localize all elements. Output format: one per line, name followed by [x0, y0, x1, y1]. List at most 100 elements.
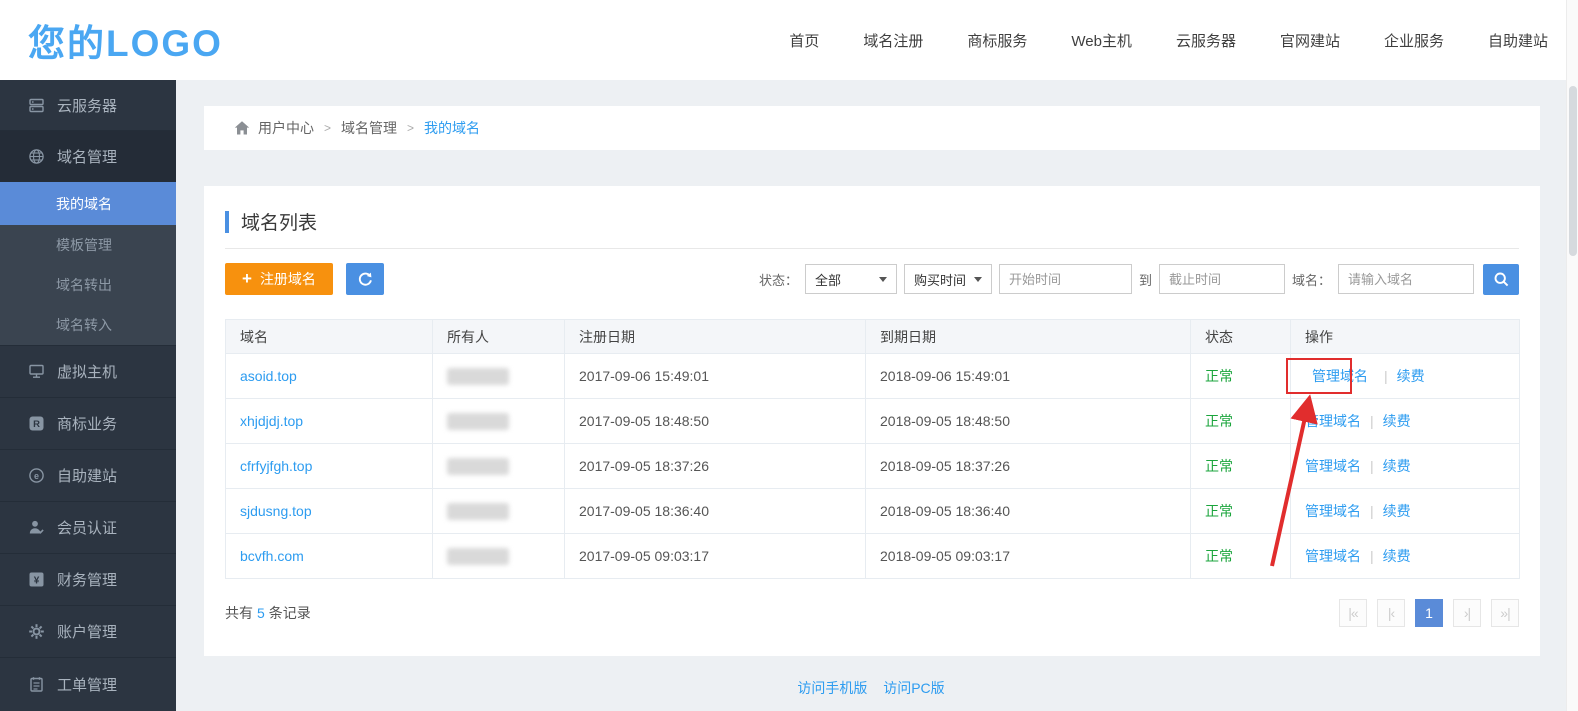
nav-item-home[interactable]: 首页 [789, 30, 819, 51]
breadcrumb-domain-management[interactable]: 域名管理 [341, 118, 397, 138]
domain-filter-label: 域名： [1292, 270, 1331, 289]
sidebar-item-domain-management[interactable]: 域名管理 [0, 131, 176, 182]
table-row: xhjdjdj.top 2017-09-05 18:48:50 2018-09-… [226, 399, 1520, 444]
globe-icon [28, 148, 45, 165]
register-domain-button[interactable]: + 注册域名 [225, 263, 333, 295]
status-select[interactable]: 全部 [805, 264, 897, 294]
column-header-domain: 域名 [226, 320, 433, 354]
main-content: 用户中心 > 域名管理 > 我的域名 域名列表 + 注册域名 状态： [176, 80, 1566, 711]
pc-version-link[interactable]: 访问PC版 [883, 680, 944, 696]
trademark-icon: R [28, 415, 45, 432]
column-header-owner: 所有人 [433, 320, 565, 354]
registration-date: 2017-09-05 18:36:40 [565, 489, 866, 534]
pagination-next-button[interactable]: ›| [1453, 599, 1481, 627]
pagination: |« |‹ 1 ›| »| [1339, 599, 1519, 627]
sidebar-item-member-verification[interactable]: 会员认证 [0, 502, 176, 554]
status-badge: 正常 [1205, 458, 1233, 474]
sidebar-subitem-domain-transfer-in[interactable]: 域名转入 [0, 305, 176, 345]
sidebar-subitem-template-management[interactable]: 模板管理 [0, 225, 176, 265]
expiry-date: 2018-09-05 09:03:17 [866, 534, 1191, 579]
sidebar-item-virtual-host[interactable]: 虚拟主机 [0, 346, 176, 398]
title-accent-bar [225, 211, 229, 233]
domain-link[interactable]: cfrfyjfgh.top [240, 458, 312, 474]
pagination-first-button[interactable]: |« [1339, 599, 1367, 627]
site-builder-icon: e [28, 467, 45, 484]
svg-text:¥: ¥ [34, 575, 40, 586]
owner-redacted [447, 458, 509, 475]
title-divider [225, 248, 1519, 249]
nav-item-enterprise-services[interactable]: 企业服务 [1384, 30, 1444, 51]
renew-link[interactable]: 续费 [1383, 503, 1411, 519]
breadcrumb-separator: > [407, 121, 414, 135]
sidebar-subitem-my-domains[interactable]: 我的域名 [0, 182, 176, 225]
manage-domain-link[interactable]: 管理域名 [1305, 413, 1361, 429]
expiry-date: 2018-09-05 18:37:26 [866, 444, 1191, 489]
scrollbar-track[interactable] [1566, 0, 1578, 711]
sidebar-item-self-service-site[interactable]: e 自助建站 [0, 450, 176, 502]
pagination-last-button[interactable]: »| [1491, 599, 1519, 627]
manage-domain-link[interactable]: 管理域名 [1305, 548, 1361, 564]
column-header-registration-date: 注册日期 [565, 320, 866, 354]
sidebar-item-finance-management[interactable]: ¥ 财务管理 [0, 554, 176, 606]
member-check-icon [28, 519, 45, 536]
column-header-status: 状态 [1191, 320, 1291, 354]
domain-search-input[interactable] [1338, 264, 1474, 294]
pagination-prev-button[interactable]: |‹ [1377, 599, 1405, 627]
sidebar-subitem-domain-transfer-out[interactable]: 域名转出 [0, 265, 176, 305]
refresh-icon [357, 271, 373, 287]
search-button[interactable] [1483, 264, 1519, 295]
page-footer: 访问手机版 访问PC版 [176, 678, 1566, 698]
renew-link[interactable]: 续费 [1397, 368, 1425, 384]
nav-item-website-building[interactable]: 官网建站 [1280, 30, 1340, 51]
nav-item-domain-register[interactable]: 域名注册 [863, 30, 923, 51]
domain-link[interactable]: sjdusng.top [240, 503, 312, 519]
expiry-date: 2018-09-06 15:49:01 [866, 354, 1191, 399]
sidebar-item-label: 商标业务 [57, 413, 117, 434]
domain-list-panel: 域名列表 + 注册域名 状态： 全部 购买时间 [204, 186, 1540, 656]
breadcrumb: 用户中心 > 域名管理 > 我的域名 [204, 106, 1540, 150]
registration-date: 2017-09-05 18:48:50 [565, 399, 866, 444]
nav-item-cloud-server[interactable]: 云服务器 [1176, 30, 1236, 51]
svg-text:R: R [33, 419, 40, 430]
renew-link[interactable]: 续费 [1383, 413, 1411, 429]
chevron-down-icon [879, 277, 887, 286]
filter-bar: 状态： 全部 购买时间 到 域名： [759, 264, 1519, 295]
sidebar-item-label: 域名管理 [57, 146, 117, 167]
owner-redacted [447, 413, 509, 430]
nav-item-self-service-site[interactable]: 自助建站 [1488, 30, 1548, 51]
renew-link[interactable]: 续费 [1383, 458, 1411, 474]
breadcrumb-user-center[interactable]: 用户中心 [258, 118, 314, 138]
manage-domain-link[interactable]: 管理域名 [1305, 458, 1361, 474]
sidebar-item-label: 账户管理 [57, 621, 117, 642]
domain-link[interactable]: bcvfh.com [240, 548, 304, 564]
refresh-button[interactable] [346, 263, 384, 295]
mobile-version-link[interactable]: 访问手机版 [797, 680, 867, 696]
start-date-input[interactable] [999, 264, 1132, 294]
pagination-page-1[interactable]: 1 [1415, 599, 1443, 627]
time-type-select[interactable]: 购买时间 [904, 264, 992, 294]
sidebar-item-cloud-server[interactable]: 云服务器 [0, 80, 176, 131]
status-badge: 正常 [1205, 503, 1233, 519]
nav-item-trademark-services[interactable]: 商标服务 [967, 30, 1027, 51]
breadcrumb-my-domains[interactable]: 我的域名 [424, 118, 480, 138]
nav-item-web-hosting[interactable]: Web主机 [1071, 30, 1132, 51]
registration-date: 2017-09-05 09:03:17 [565, 534, 866, 579]
sidebar-item-label: 虚拟主机 [57, 361, 117, 382]
domain-link[interactable]: xhjdjdj.top [240, 413, 303, 429]
sidebar-item-label: 自助建站 [57, 465, 117, 486]
sidebar-item-trademark-business[interactable]: R 商标业务 [0, 398, 176, 450]
sidebar-item-work-order-management[interactable]: 工单管理 [0, 658, 176, 710]
sidebar-item-label: 工单管理 [57, 674, 117, 695]
table-header-row: 域名 所有人 注册日期 到期日期 状态 操作 [226, 320, 1520, 354]
logo: 您的LOGO [28, 13, 223, 67]
manage-domain-link[interactable]: 管理域名 [1305, 503, 1361, 519]
to-label: 到 [1139, 270, 1152, 289]
renew-link[interactable]: 续费 [1383, 548, 1411, 564]
owner-redacted [447, 368, 509, 385]
scrollbar-thumb[interactable] [1569, 86, 1577, 256]
sidebar-item-account-management[interactable]: 账户管理 [0, 606, 176, 658]
end-date-input[interactable] [1159, 264, 1285, 294]
domain-link[interactable]: asoid.top [240, 368, 297, 384]
status-badge: 正常 [1205, 548, 1233, 564]
manage-domain-link[interactable]: 管理域名 [1312, 368, 1368, 384]
